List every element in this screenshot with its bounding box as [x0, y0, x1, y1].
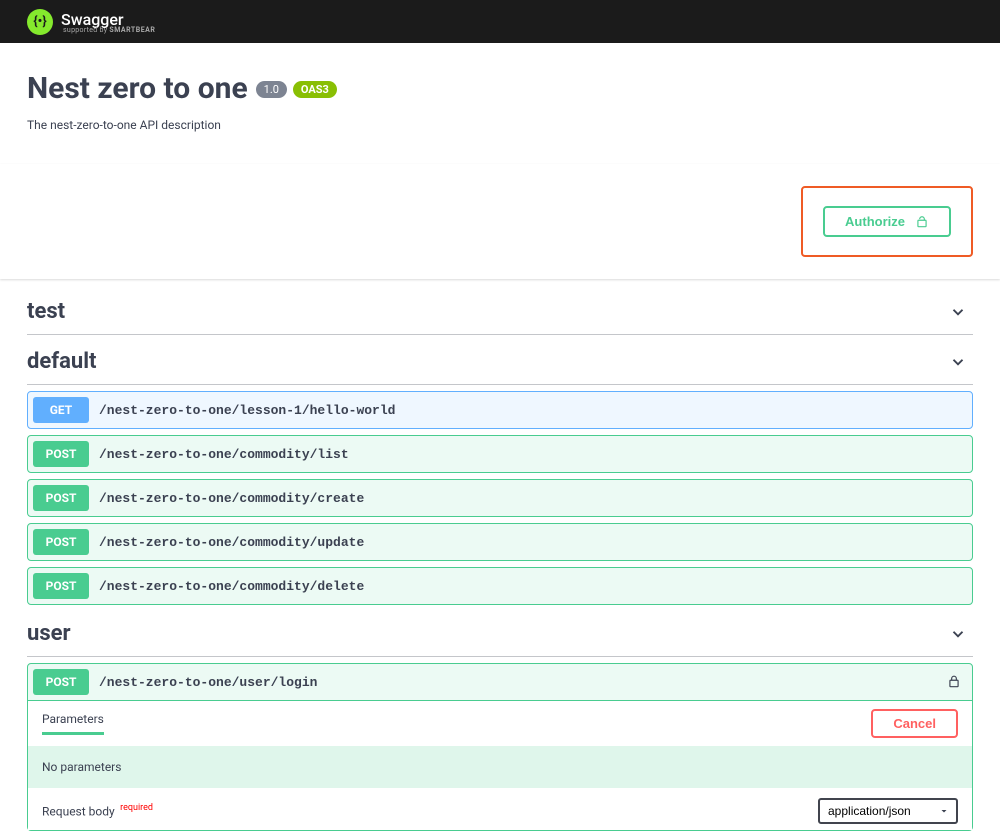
operation-path: /nest-zero-to-one/commodity/delete [99, 579, 967, 594]
required-label: required [120, 803, 153, 813]
chevron-down-icon [949, 353, 967, 371]
tag-name: test [27, 299, 65, 324]
operation-path: /nest-zero-to-one/commodity/list [99, 447, 967, 462]
lock-icon[interactable] [947, 675, 961, 689]
api-description: The nest-zero-to-one API description [27, 118, 973, 132]
tag-section-test: test [27, 289, 973, 335]
tag-header-user[interactable]: user [27, 611, 973, 657]
topbar: {•} Swagger supported by SMARTBEAR [0, 0, 1000, 43]
operation-path: /nest-zero-to-one/commodity/create [99, 491, 967, 506]
operation-path: /nest-zero-to-one/lesson-1/hello-world [99, 403, 967, 418]
chevron-down-icon [949, 625, 967, 643]
scheme-container: Authorize [0, 164, 1000, 279]
parameters-tab-header: Parameters Cancel [28, 701, 972, 746]
oas-badge: OAS3 [293, 81, 337, 98]
operations-container: test default GET /nest-zero-to-one/lesso… [0, 289, 1000, 831]
operation-path: /nest-zero-to-one/commodity/update [99, 535, 967, 550]
tag-name: user [27, 621, 71, 646]
no-parameters-text: No parameters [28, 746, 972, 788]
cancel-button[interactable]: Cancel [871, 709, 958, 738]
operation-row[interactable]: POST /nest-zero-to-one/commodity/update [27, 523, 973, 561]
authorize-button[interactable]: Authorize [823, 206, 951, 237]
method-badge: POST [33, 669, 89, 695]
method-badge: POST [33, 441, 89, 467]
info-section: Nest zero to one 1.0 OAS3 The nest-zero-… [0, 43, 1000, 146]
authorize-highlight: Authorize [801, 186, 973, 257]
version-badge: 1.0 [256, 81, 287, 98]
method-badge: POST [33, 573, 89, 599]
method-badge: POST [33, 485, 89, 511]
parameters-tab[interactable]: Parameters [42, 712, 104, 735]
operation-row[interactable]: POST /nest-zero-to-one/commodity/list [27, 435, 973, 473]
operation-path: /nest-zero-to-one/user/login [99, 675, 947, 690]
tag-section-default: default GET /nest-zero-to-one/lesson-1/h… [27, 339, 973, 605]
operation-summary-row[interactable]: POST /nest-zero-to-one/user/login [28, 664, 972, 701]
method-badge: POST [33, 529, 89, 555]
request-body-section: Request body required application/json [28, 788, 972, 830]
logo[interactable]: {•} Swagger supported by SMARTBEAR [27, 9, 155, 35]
tag-section-user: user POST /nest-zero-to-one/user/login P… [27, 611, 973, 831]
content-type-select[interactable]: application/json [818, 798, 958, 824]
swagger-logo-icon: {•} [27, 9, 53, 35]
lock-open-icon [915, 215, 929, 229]
request-body-label: Request body [42, 804, 115, 818]
operation-row[interactable]: POST /nest-zero-to-one/commodity/delete [27, 567, 973, 605]
logo-supported: supported by SMARTBEAR [63, 26, 155, 34]
method-badge: GET [33, 397, 89, 423]
api-title: Nest zero to one [27, 71, 248, 106]
tag-header-default[interactable]: default [27, 339, 973, 385]
chevron-down-icon [949, 303, 967, 321]
operation-row[interactable]: POST /nest-zero-to-one/commodity/create [27, 479, 973, 517]
tag-header-test[interactable]: test [27, 289, 973, 335]
operation-expanded: POST /nest-zero-to-one/user/login Parame… [27, 663, 973, 831]
tag-name: default [27, 349, 97, 374]
parameters-container: Parameters Cancel No parameters Request … [28, 701, 972, 830]
operation-row[interactable]: GET /nest-zero-to-one/lesson-1/hello-wor… [27, 391, 973, 429]
